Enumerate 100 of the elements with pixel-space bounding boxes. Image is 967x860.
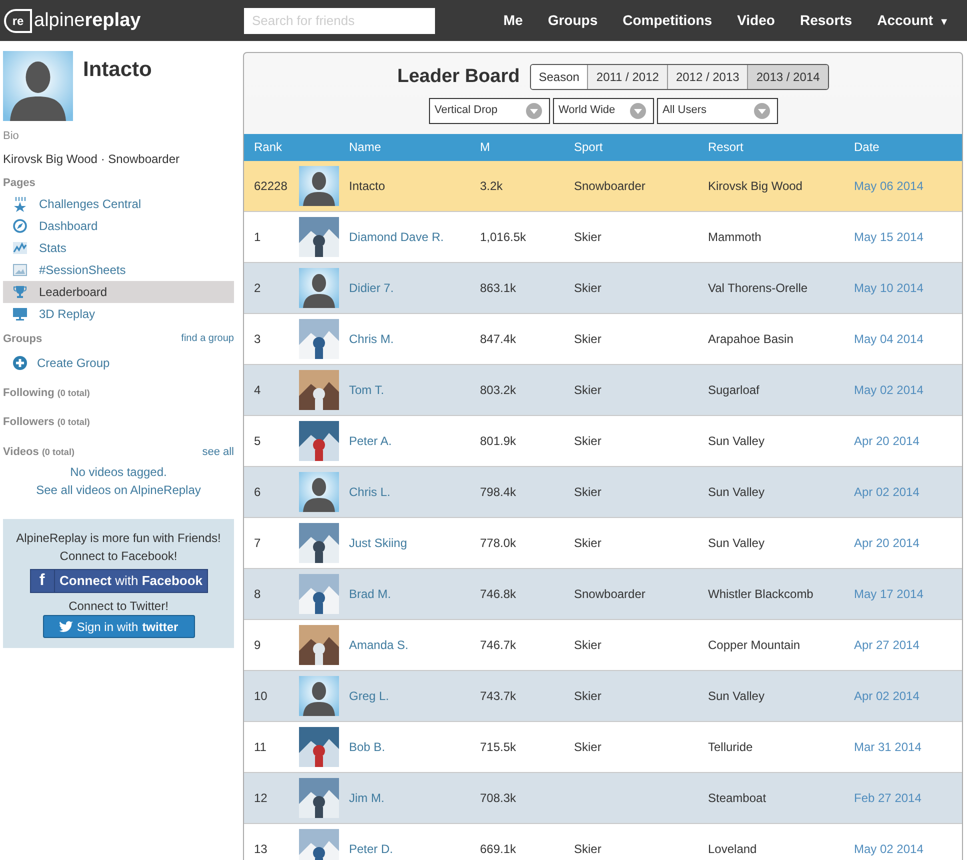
nav-link[interactable]: Groups [548,10,598,31]
m-cell-text: 708.3k [480,790,518,806]
groups-heading: Groups [3,332,42,347]
table-row[interactable]: 5 Peter A. 801.9k Skier Sun Valley Apr 20 2014 [244,416,962,466]
name-link[interactable]: Intacto [349,176,480,194]
sport-cell: Skier [574,842,602,856]
date-cell-text: May 15 2014 [854,228,924,246]
m-cell-text: 778.0k [480,534,518,552]
m-cell-text: 669.1k [480,840,518,858]
resort-cell-text: Arapahoe Basin [708,330,794,348]
name-link[interactable]: Brad M. [349,584,480,602]
name-link[interactable]: Peter A. [349,432,480,450]
rank-cell-text: 12 [253,790,268,806]
season-tab[interactable]: 2013 / 2014 [747,65,828,90]
all-videos-link[interactable]: See all videos on AlpineReplay [3,481,234,499]
sport-cell: Skier [574,280,602,294]
resort-cell-text: Sun Valley [708,688,766,704]
name-link[interactable]: Just Skiing [349,534,480,552]
twitter-button[interactable]: Sign in with twitter [42,615,194,638]
m-cell-text: 798.4k [480,484,518,500]
page-link[interactable]: Leaderboard [3,281,234,303]
sport-cell: Skier [574,536,602,550]
name-link[interactable]: Amanda S. [349,636,480,654]
season-tab[interactable]: Season [530,65,588,90]
sport-cell: Skier [574,638,602,652]
resort-cell-text: Loveland [708,840,758,858]
column-header: Rank [253,139,284,156]
table-row[interactable]: 7 Just Skiing 778.0k Skier Sun Valley Apr 20 2014 [244,518,962,568]
date-cell-text: May 02 2014 [854,382,924,398]
name-link[interactable]: Jim M. [349,788,480,806]
season-tab[interactable]: 2011 / 2012 [587,65,667,90]
nav-link[interactable]: Me [503,10,523,31]
name-link[interactable]: Diamond Dave R. [349,228,480,246]
sport-cell: Skier [574,230,602,244]
bird-icon [58,621,73,632]
date-cell-text: Apr 27 2014 [854,636,920,654]
resort-cell-text: Whistler Blackcomb [708,586,814,602]
m-cell-text: 3.2k [480,178,504,194]
sport-cell: Skier [574,382,602,396]
compass-icon [13,219,27,233]
see-all-link[interactable]: see all [202,444,234,460]
name-link[interactable]: Bob B. [349,738,480,756]
rank-cell-text: 8 [253,586,262,602]
facebook-button[interactable]: f Connect with Facebook [30,569,208,593]
bio-text: Kirovsk Big Wood · Snowboarder [3,150,181,168]
season-tab[interactable]: 2012 / 2013 [666,65,748,90]
chart-icon [13,242,27,254]
name-link[interactable]: Tom T. [349,380,480,398]
rank-cell-text: 6 [253,484,262,500]
sport-cell: Skier [574,332,602,346]
table-row[interactable]: 6 Chris L. 798.4k Skier Sun Valley Apr 02 2014 [244,466,962,518]
table-row[interactable]: 12 Jim M. 708.3k Steamboat Feb 27 2014 [244,772,962,824]
date-cell-text: May 02 2014 [854,840,924,858]
social-text: AlpineReplay is more fun with Friends! [16,530,221,547]
nav-link[interactable]: Account ▼ [877,10,949,31]
m-cell-text: 743.7k [480,688,518,704]
table-row[interactable]: 1 Diamond Dave R. 1,016.5k Skier Mammoth May 15 2014 [244,212,962,262]
trophy-icon [13,285,27,299]
page-link[interactable]: Challenges Central [3,193,234,215]
date-cell-text: Feb 27 2014 [854,790,922,806]
followers-heading: Followers (0 total) [3,415,91,430]
name-link[interactable]: Didier 7. [349,278,480,296]
name-link[interactable]: Chris L. [349,482,480,500]
table-row[interactable]: 10 Greg L. 743.7k Skier Sun Valley Apr 02 2014 [244,670,962,722]
logo-mark: re [4,8,32,32]
resort-cell-text: Kirovsk Big Wood [708,178,804,194]
table-row[interactable]: 2 Didier 7. 863.1k Skier Val Thorens-Orelle May 10 2014 [244,262,962,314]
caret-icon [630,102,646,118]
name-link[interactable]: Greg L. [349,686,480,704]
filter-dropdown[interactable]: World Wide [552,98,654,124]
filter-dropdown[interactable]: All Users [656,98,778,124]
name-link[interactable]: Chris M. [349,330,480,348]
page-link[interactable]: #SessionSheets [3,259,234,281]
table-row[interactable]: 11 Bob B. 715.5k Skier Telluride Mar 31 2014 [244,722,962,772]
rank-cell-text: 7 [253,534,262,552]
page-link[interactable]: 3D Replay [3,303,234,325]
nav-link[interactable]: Video [737,10,775,31]
resort-cell-text: Steamboat [708,790,768,806]
filter-dropdown[interactable]: Vertical Drop [428,98,550,124]
table-row[interactable]: 9 Amanda S. 746.7k Skier Copper Mountain Apr 27 2014 [244,620,962,670]
facebook-text: Connect to Facebook! [60,548,178,565]
resort-cell-text: Telluride [708,738,754,756]
table-row[interactable]: 4 Tom T. 803.2k Skier Sugarloaf May 02 2014 [244,364,962,416]
nav-link[interactable]: Competitions [622,10,712,31]
monitor-icon [13,307,27,321]
twitter-text: Connect to Twitter! [68,598,168,615]
m-cell-text: 801.9k [480,432,518,450]
table-row[interactable]: 3 Chris M. 847.4k Skier Arapahoe Basin May 04 2014 [244,314,962,364]
name-link[interactable]: Peter D. [349,840,480,858]
find-group-link[interactable]: find a group [181,331,234,348]
table-row[interactable]: 13 Peter D. 669.1k Skier Loveland May 02 2014 [244,824,962,860]
table-row[interactable]: 8 Brad M. 746.8k Snowboarder Whistler Blackcomb May 17 2014 [244,568,962,620]
page-link[interactable]: Stats [3,237,234,259]
caret-icon [754,102,770,118]
resort-cell-text: Sun Valley [708,432,766,450]
nav-link[interactable]: Resorts [800,10,852,31]
table-row[interactable]: 62228 Intacto 3.2k Snowboarder Kirovsk Big Wood May 06 2014 [244,160,962,212]
date-cell-text: May 04 2014 [854,330,924,348]
page-link[interactable]: Dashboard [3,215,234,237]
create-group-link[interactable]: Create Group [3,354,234,372]
